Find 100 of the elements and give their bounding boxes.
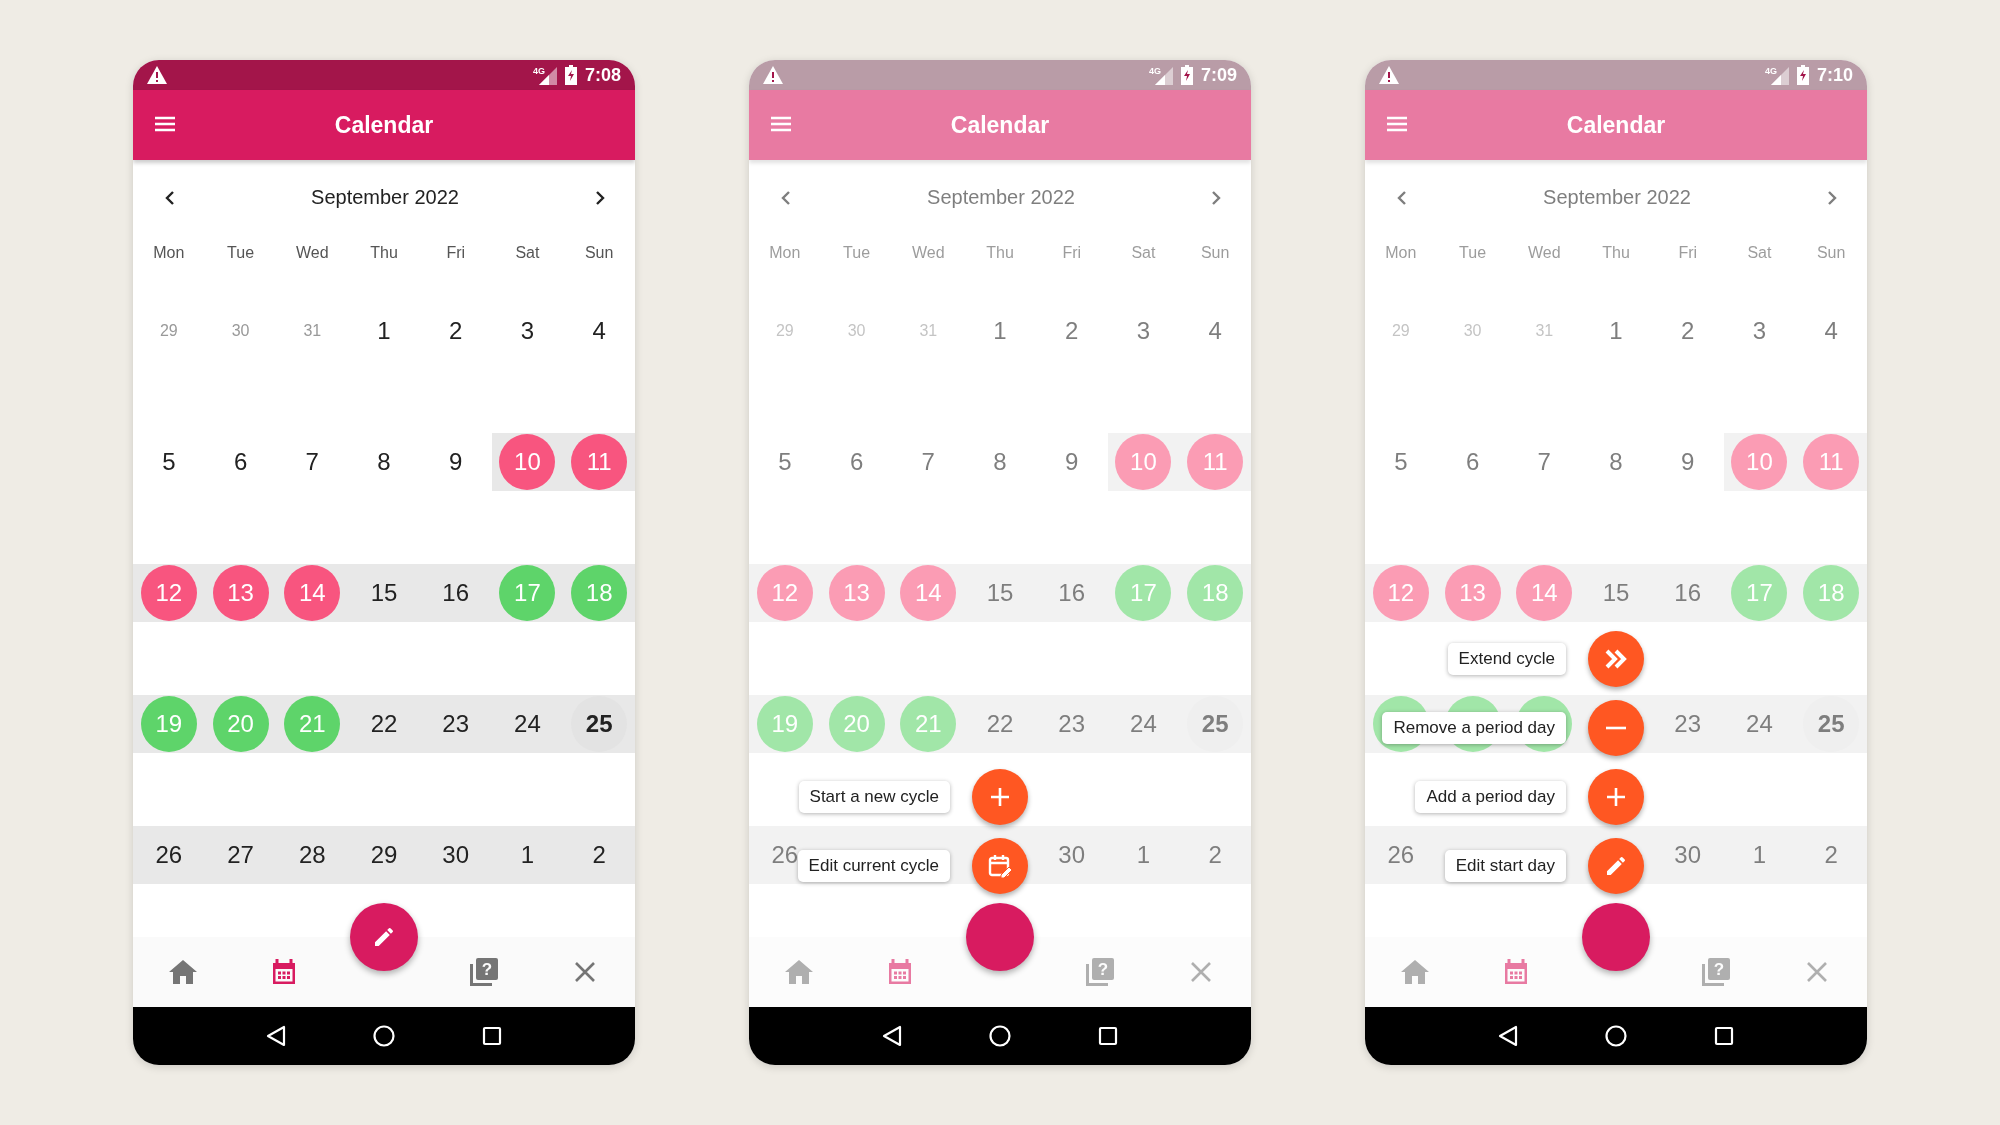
- day-number[interactable]: 30: [1659, 827, 1716, 883]
- day-number[interactable]: 2: [1803, 827, 1860, 883]
- action-label[interactable]: Edit start day: [1444, 850, 1566, 882]
- day-cell[interactable]: 11: [563, 433, 635, 491]
- day-number[interactable]: 15: [356, 565, 412, 621]
- home-circle-icon[interactable]: [1605, 1025, 1627, 1047]
- action-label[interactable]: Extend cycle: [1447, 643, 1566, 675]
- back-icon[interactable]: [266, 1025, 287, 1047]
- fab-button[interactable]: [350, 903, 418, 971]
- pencil-icon: [1604, 854, 1628, 878]
- menu-icon[interactable]: [1387, 116, 1407, 132]
- day-number[interactable]: 4: [1187, 303, 1244, 359]
- day-number[interactable]: 9: [1043, 434, 1100, 490]
- action-label[interactable]: Add a period day: [1415, 781, 1566, 813]
- day-number[interactable]: 8: [1588, 434, 1644, 490]
- day-number[interactable]: 1: [1588, 303, 1644, 359]
- day-number[interactable]: 24: [1731, 696, 1788, 752]
- fab-button[interactable]: [1582, 903, 1650, 971]
- day-number[interactable]: 1: [1115, 827, 1172, 883]
- day-number[interactable]: 9: [427, 434, 484, 490]
- day-number[interactable]: 4: [1803, 303, 1860, 359]
- day-number[interactable]: 1: [1731, 827, 1788, 883]
- double-chevron-icon: [1605, 649, 1627, 669]
- action-label[interactable]: Remove a period day: [1382, 712, 1566, 744]
- day-number[interactable]: 26: [1372, 827, 1429, 883]
- day-number[interactable]: 10: [1731, 434, 1788, 490]
- back-icon[interactable]: [1498, 1025, 1519, 1047]
- day-number[interactable]: 23: [1659, 696, 1716, 752]
- day-cell[interactable]: 10: [491, 433, 564, 491]
- day-number[interactable]: 10: [1115, 434, 1172, 490]
- day-number[interactable]: 4: [571, 303, 628, 359]
- day-cell[interactable]: 11: [1179, 433, 1251, 491]
- day-number[interactable]: 11: [1187, 434, 1244, 490]
- action-button[interactable]: [1588, 631, 1644, 687]
- day-number[interactable]: 7: [900, 434, 957, 490]
- day-number[interactable]: 5: [756, 434, 813, 490]
- fab-button[interactable]: [966, 903, 1034, 971]
- day-number[interactable]: 6: [1444, 434, 1501, 490]
- day-number[interactable]: 30: [427, 827, 484, 883]
- day-number[interactable]: 28: [284, 827, 341, 883]
- app-title: Calendar: [334, 111, 434, 139]
- day-number[interactable]: 6: [828, 434, 885, 490]
- day-number[interactable]: 8: [356, 434, 412, 490]
- day-number[interactable]: 2: [1659, 303, 1716, 359]
- day-number[interactable]: 29: [356, 827, 412, 883]
- chevron-left-icon[interactable]: [165, 189, 175, 206]
- day-number[interactable]: 26: [140, 827, 197, 883]
- day-number[interactable]: 11: [1803, 434, 1860, 490]
- day-number[interactable]: 31: [284, 303, 341, 359]
- day-number[interactable]: 2: [571, 827, 628, 883]
- day-number[interactable]: 3: [1731, 303, 1788, 359]
- day-number[interactable]: 1: [356, 303, 412, 359]
- day-number[interactable]: 7: [284, 434, 341, 490]
- day-number[interactable]: 7: [1516, 434, 1573, 490]
- day-number[interactable]: 3: [1115, 303, 1172, 359]
- menu-icon[interactable]: [155, 116, 175, 132]
- day-number[interactable]: 5: [1372, 434, 1429, 490]
- action-button[interactable]: [1588, 769, 1644, 825]
- day-number[interactable]: 15: [972, 565, 1028, 621]
- day-number[interactable]: 11: [571, 434, 628, 490]
- action-label[interactable]: Edit current cycle: [797, 850, 950, 882]
- action-button[interactable]: [972, 769, 1028, 825]
- day-number[interactable]: 30: [212, 303, 269, 359]
- back-icon[interactable]: [882, 1025, 903, 1047]
- chevron-right-icon[interactable]: [595, 189, 605, 206]
- day-cell[interactable]: 10: [1107, 433, 1180, 491]
- day-number[interactable]: 1: [972, 303, 1028, 359]
- day-number[interactable]: 22: [972, 696, 1028, 752]
- action-label[interactable]: Start a new cycle: [798, 781, 950, 813]
- day-number[interactable]: 30: [1043, 827, 1100, 883]
- day-number[interactable]: 24: [1115, 696, 1172, 752]
- day-number[interactable]: 5: [140, 434, 197, 490]
- day-number[interactable]: 22: [356, 696, 412, 752]
- day-number[interactable]: 1: [499, 827, 556, 883]
- day-cell[interactable]: 11: [1795, 433, 1867, 491]
- day-number[interactable]: 16: [427, 565, 484, 621]
- day-number[interactable]: 24: [499, 696, 556, 752]
- recents-icon[interactable]: [481, 1026, 502, 1046]
- day-number[interactable]: 9: [1659, 434, 1716, 490]
- day-cell[interactable]: 10: [1723, 433, 1796, 491]
- home-circle-icon[interactable]: [989, 1025, 1011, 1047]
- day-number[interactable]: 16: [1043, 565, 1100, 621]
- weekday-label: Fri: [1061, 243, 1083, 262]
- day-number[interactable]: 2: [1187, 827, 1244, 883]
- day-number[interactable]: 6: [212, 434, 269, 490]
- day-number[interactable]: 27: [212, 827, 269, 883]
- day-number[interactable]: 8: [972, 434, 1028, 490]
- day-number[interactable]: 2: [427, 303, 484, 359]
- day-number[interactable]: 29: [140, 303, 197, 359]
- day-number[interactable]: 23: [427, 696, 484, 752]
- day-number[interactable]: 15: [1588, 565, 1644, 621]
- recents-icon[interactable]: [1097, 1026, 1118, 1046]
- day-number[interactable]: 16: [1659, 565, 1716, 621]
- day-number[interactable]: 23: [1043, 696, 1100, 752]
- menu-icon[interactable]: [771, 116, 791, 132]
- day-number[interactable]: 3: [499, 303, 556, 359]
- home-circle-icon[interactable]: [373, 1025, 395, 1047]
- day-number[interactable]: 10: [499, 434, 556, 490]
- recents-icon[interactable]: [1713, 1026, 1734, 1046]
- day-number[interactable]: 2: [1043, 303, 1100, 359]
